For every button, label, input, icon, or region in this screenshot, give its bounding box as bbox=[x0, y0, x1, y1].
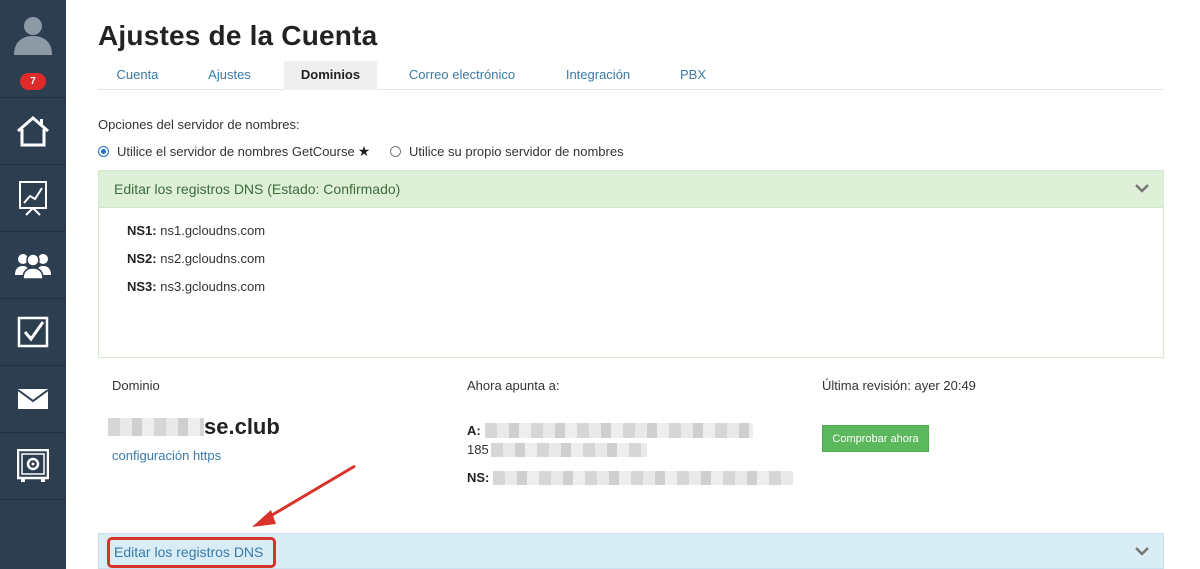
redacted-text bbox=[490, 442, 647, 457]
chevron-down-icon[interactable] bbox=[1135, 183, 1149, 193]
notification-row[interactable]: 7 bbox=[0, 66, 66, 98]
envelope-icon bbox=[17, 389, 49, 409]
radio-button[interactable] bbox=[390, 145, 401, 157]
a-record: A: bbox=[467, 423, 753, 438]
domain-column-label: Dominio bbox=[112, 378, 160, 393]
dns-panel-2-title[interactable]: Editar los registros DNS bbox=[114, 544, 263, 560]
sidebar-item-analytics[interactable] bbox=[0, 165, 66, 232]
sidebar-item-settings[interactable] bbox=[0, 433, 66, 500]
ns-record: NS1: ns1.gcloudns.com bbox=[127, 223, 266, 238]
sidebar-item-home[interactable] bbox=[0, 98, 66, 165]
tab-dominios[interactable]: Dominios bbox=[284, 61, 377, 90]
user-avatar-icon bbox=[14, 17, 52, 55]
checkbox-icon bbox=[17, 316, 49, 348]
star-icon: ★ bbox=[357, 142, 371, 159]
redacted-text bbox=[493, 470, 794, 485]
sidebar-item-tasks[interactable] bbox=[0, 299, 66, 366]
ns-current-record: NS: bbox=[467, 470, 794, 485]
sidebar-item-users[interactable] bbox=[0, 232, 66, 299]
notification-badge[interactable]: 7 bbox=[20, 73, 46, 90]
avatar[interactable] bbox=[0, 0, 66, 66]
https-config-link[interactable]: configuración https bbox=[112, 448, 221, 463]
users-icon bbox=[15, 253, 51, 280]
ns-record: NS3: ns3.gcloudns.com bbox=[127, 279, 266, 294]
dns-records-panel: Editar los registros DNS (Estado: Confir… bbox=[98, 170, 1164, 358]
tab-ajustes[interactable]: Ajustes bbox=[184, 61, 275, 90]
domain-name: se.club bbox=[108, 414, 280, 440]
radio-own-label[interactable]: Utilice su propio servidor de nombres bbox=[409, 144, 624, 159]
home-icon bbox=[17, 116, 49, 147]
safe-settings-icon bbox=[17, 449, 49, 482]
dns-records-panel-2[interactable]: Editar los registros DNS bbox=[98, 533, 1164, 569]
sidebar-item-messages[interactable] bbox=[0, 366, 66, 433]
radio-button-selected[interactable] bbox=[98, 145, 109, 157]
ns-record: NS2: ns2.gcloudns.com bbox=[127, 251, 266, 266]
last-check-label: Última revisión: ayer 20:49 bbox=[822, 378, 976, 393]
check-now-button[interactable]: Comprobar ahora bbox=[822, 425, 929, 452]
points-to-label: Ahora apunta a: bbox=[467, 378, 560, 393]
nameserver-options-label: Opciones del servidor de nombres: bbox=[98, 117, 300, 132]
radio-getcourse-label[interactable]: Utilice el servidor de nombres GetCourse bbox=[117, 144, 355, 159]
a-record-line-2: 185 bbox=[467, 442, 647, 457]
sidebar: 7 bbox=[0, 0, 66, 569]
tab-correo[interactable]: Correo electrónico bbox=[394, 61, 530, 90]
radio-own-ns[interactable]: Utilice su propio servidor de nombres bbox=[390, 143, 624, 159]
dns-panel-header[interactable]: Editar los registros DNS (Estado: Confir… bbox=[99, 171, 1163, 208]
chart-board-icon bbox=[19, 181, 47, 216]
redacted-text bbox=[108, 418, 204, 436]
redacted-text bbox=[484, 423, 753, 438]
tab-integracion[interactable]: Integración bbox=[550, 61, 646, 90]
tab-cuenta[interactable]: Cuenta bbox=[98, 61, 177, 90]
chevron-down-icon[interactable] bbox=[1135, 546, 1149, 556]
page-title: Ajustes de la Cuenta bbox=[98, 20, 378, 51]
radio-getcourse-ns[interactable]: Utilice el servidor de nombres GetCourse… bbox=[98, 143, 370, 159]
tab-bar: Cuenta Ajustes Dominios Correo electróni… bbox=[98, 61, 1164, 90]
tab-pbx[interactable]: PBX bbox=[666, 61, 720, 90]
dns-panel-title[interactable]: Editar los registros DNS (Estado: Confir… bbox=[114, 181, 400, 197]
